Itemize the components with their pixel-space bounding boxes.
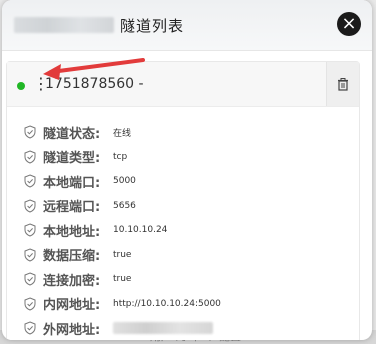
- shield-check-icon: [24, 223, 36, 237]
- shield-check-icon: [24, 297, 36, 311]
- detail-value: true: [113, 249, 132, 260]
- detail-row: 本地端口: 5000: [23, 169, 221, 194]
- delete-button[interactable]: [326, 62, 359, 106]
- detail-row: 远程端口: 5656: [23, 194, 221, 219]
- shield-check-icon: [24, 248, 36, 262]
- detail-value: 5000: [113, 176, 136, 187]
- shield-check-icon: [24, 321, 36, 335]
- detail-row: 隧道类型: tcp: [23, 145, 221, 170]
- detail-value: 5656: [113, 200, 136, 211]
- detail-row: 连接加密: true: [23, 267, 221, 292]
- shield-check-icon: [24, 174, 36, 188]
- detail-label: 内网地址:: [43, 298, 101, 314]
- blurred-title-prefix: [14, 17, 114, 33]
- detail-label: 连接加密:: [43, 273, 101, 289]
- blurred-external-address: [113, 322, 213, 335]
- shield-check-icon: [24, 150, 36, 164]
- detail-value: 10.10.10.24: [113, 225, 168, 236]
- shield-check-icon: [24, 125, 36, 139]
- detail-row: 数据压缩: true: [23, 243, 221, 268]
- detail-label: 隧道类型:: [43, 151, 101, 167]
- close-button[interactable]: ×: [337, 12, 361, 36]
- tunnel-card: ⋮ 1751878560 - 隧道状态: 在线 隧道类型: tcp 本地端口: …: [6, 58, 360, 340]
- detail-value: true: [113, 274, 132, 285]
- detail-row: 隧道状态: 在线: [23, 120, 221, 145]
- detail-label: 本地地址:: [43, 224, 101, 240]
- detail-label: 数据压缩:: [43, 249, 101, 265]
- shield-check-icon: [24, 199, 36, 213]
- close-icon: ×: [341, 13, 357, 34]
- detail-value: tcp: [113, 151, 128, 162]
- detail-label: 隧道状态:: [43, 126, 101, 142]
- trash-icon: [338, 78, 348, 91]
- status-dot-icon: [17, 82, 25, 90]
- annotation-arrow-icon: [43, 58, 145, 80]
- detail-value: 在线: [113, 128, 132, 139]
- shield-check-icon: [24, 272, 36, 286]
- modal-header: 隧道列表 ×: [2, 0, 372, 51]
- detail-row: 内网地址: http://10.10.10.24:5000: [23, 292, 221, 317]
- detail-label: 远程端口:: [43, 200, 101, 216]
- detail-value: http://10.10.10.24:5000: [113, 298, 221, 309]
- modal-title: 隧道列表: [120, 17, 185, 35]
- detail-label: 外网地址:: [43, 322, 101, 338]
- detail-label: 本地端口:: [43, 175, 101, 191]
- tunnel-details: 隧道状态: 在线 隧道类型: tcp 本地端口: 5000 远程端口: 5656…: [23, 120, 221, 340]
- tunnel-list-modal: 隧道列表 × ⋮ 1751878560 - 隧道状态: 在线 隧道类型: tcp…: [2, 0, 372, 340]
- detail-row: 本地地址: 10.10.10.24: [23, 218, 221, 243]
- detail-row: 外网地址:: [23, 316, 221, 340]
